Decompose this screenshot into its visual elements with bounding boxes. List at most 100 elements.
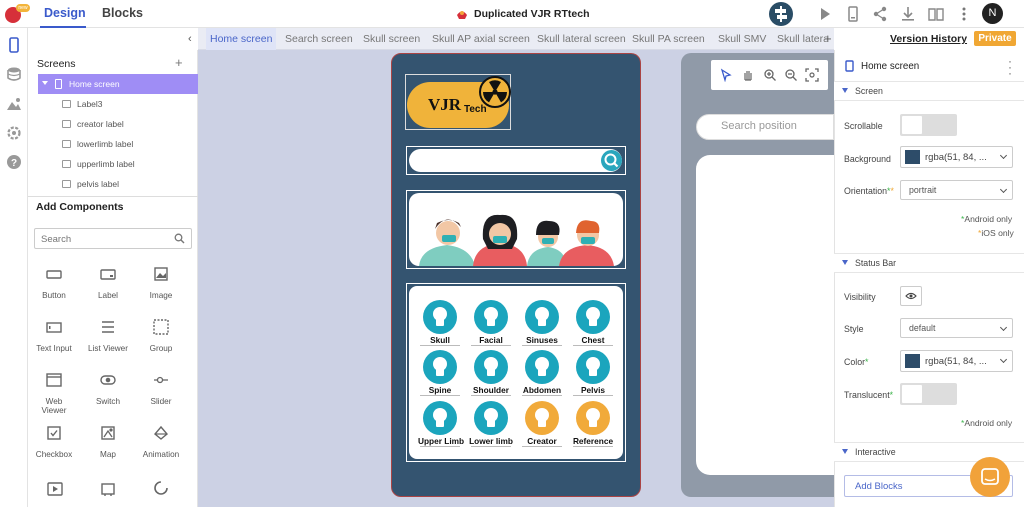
component-more-icon[interactable]: · · ·	[1008, 55, 1012, 79]
user-avatar[interactable]: N	[982, 3, 1003, 24]
media-icon[interactable]	[6, 96, 22, 112]
screen-tab-skull-latera[interactable]: Skull latera	[773, 28, 827, 50]
category-underline	[420, 395, 460, 396]
tree-item-lowerlimb-label[interactable]: lowerlimb label	[28, 134, 198, 154]
privacy-badge[interactable]: Private	[974, 31, 1016, 46]
camera-icon[interactable]	[100, 481, 116, 497]
category-pelvis[interactable]: Pelvis	[571, 350, 613, 398]
play-icon[interactable]	[816, 5, 834, 23]
share-icon[interactable]	[871, 5, 889, 23]
tab-design[interactable]: Design	[44, 6, 86, 20]
category-reference-icon	[576, 401, 610, 435]
pointer-icon[interactable]	[719, 68, 733, 82]
app-logo[interactable]: new	[5, 4, 30, 24]
settings-icon[interactable]	[6, 125, 22, 141]
component-label[interactable]: Label	[81, 266, 135, 316]
component-switch[interactable]: Switch	[81, 372, 135, 422]
screen-tab-skull[interactable]: Skull screen	[359, 28, 424, 50]
fit-screen-icon[interactable]	[805, 68, 819, 82]
help-icon[interactable]: ?	[6, 154, 22, 170]
category-reference[interactable]: Reference	[571, 401, 613, 449]
tree-item-pelvis-label[interactable]: pelvis label	[28, 174, 198, 194]
orientation-select[interactable]: portrait	[900, 180, 1013, 200]
database-icon[interactable]	[6, 66, 22, 82]
screen-tab-skull-lateral[interactable]: Skull lateral screen	[533, 28, 630, 50]
category-chest-icon	[576, 300, 610, 334]
component-button[interactable]: Button	[27, 266, 81, 316]
screen-tab-skull-smv[interactable]: Skull SMV	[714, 28, 770, 50]
tab-blocks[interactable]: Blocks	[102, 6, 143, 20]
hero-illustration[interactable]	[409, 193, 623, 266]
category-sinuses[interactable]: Sinuses	[520, 300, 562, 348]
section-screen[interactable]: Screen	[834, 81, 1024, 101]
component-search-input[interactable]	[41, 234, 161, 245]
category-underline	[471, 395, 511, 396]
add-components-title: Add Components	[36, 201, 124, 213]
category-facial[interactable]: Facial	[469, 300, 511, 348]
download-icon[interactable]	[899, 5, 917, 23]
search-position-placeholder: Search position	[721, 120, 797, 132]
chat-icon	[981, 468, 999, 485]
screen-tab-home[interactable]: Home screen	[206, 28, 277, 50]
tab-scroll-left-icon[interactable]: ‹	[188, 33, 192, 45]
screen-tab-search[interactable]: Search screen	[281, 28, 357, 50]
add-screen-tab-icon[interactable]: +	[824, 31, 832, 46]
visibility-toggle[interactable]	[900, 286, 922, 306]
device-preview-icon[interactable]	[844, 5, 862, 23]
section-status-bar[interactable]: Status Bar	[834, 253, 1024, 273]
scrollable-toggle[interactable]	[900, 114, 957, 136]
screen-tab-skull-pa[interactable]: Skull PA screen	[628, 28, 709, 50]
tree-item-home-screen[interactable]: Home screen	[38, 74, 198, 94]
category-underline	[420, 446, 460, 447]
home-search-button[interactable]	[601, 150, 622, 171]
category-shoulder[interactable]: Shoulder	[469, 350, 511, 398]
screens-icon[interactable]	[6, 37, 22, 53]
category-label: Pelvis	[581, 385, 605, 395]
zoom-in-icon[interactable]	[763, 68, 777, 82]
component-animation[interactable]: Animation	[134, 425, 188, 475]
component-list-viewer[interactable]: List Viewer	[81, 319, 135, 369]
background-color-picker[interactable]: rgba(51, 84, ...	[900, 146, 1013, 168]
category-skull[interactable]: Skull	[418, 300, 460, 348]
book-icon[interactable]	[927, 5, 945, 23]
component-group[interactable]: Group	[134, 319, 188, 369]
style-select[interactable]: default	[900, 318, 1013, 338]
component-text-input[interactable]: Text Input	[27, 319, 81, 369]
category-lower-limb-icon	[474, 401, 508, 435]
video-icon[interactable]	[47, 481, 63, 497]
more-icon[interactable]	[955, 5, 973, 23]
hand-icon[interactable]	[741, 68, 755, 82]
category-lower-limb[interactable]: Lower limb	[469, 401, 513, 449]
add-screen-icon[interactable]: +	[175, 55, 183, 70]
category-chest[interactable]: Chest	[571, 300, 613, 348]
status-bar-color-picker[interactable]: rgba(51, 84, ...	[900, 350, 1013, 372]
brand-main-text: VJR	[428, 95, 462, 114]
component-image[interactable]: Image	[134, 266, 188, 316]
tree-item-upperlimb-label[interactable]: upperlimb label	[28, 154, 198, 174]
translucent-toggle[interactable]	[900, 383, 957, 405]
zoom-out-icon[interactable]	[784, 68, 798, 82]
home-search-input[interactable]	[409, 149, 622, 172]
loading-icon[interactable]	[153, 480, 169, 496]
style-label: Style	[844, 324, 864, 334]
tree-item-creator-label[interactable]: creator label	[28, 114, 198, 134]
category-label: Spine	[428, 385, 452, 395]
component-search[interactable]	[34, 228, 192, 249]
list-icon	[102, 321, 114, 333]
component-slider[interactable]: Slider	[134, 372, 188, 422]
screen-tab-skull-ap-axial[interactable]: Skull AP axial screen	[428, 28, 534, 50]
category-spine[interactable]: Spine	[418, 350, 460, 398]
android-only-note: *Android only	[961, 418, 1013, 428]
component-map[interactable]: Map	[81, 425, 135, 475]
tree-item-label3[interactable]: Label3	[28, 94, 198, 114]
live-preview-button[interactable]	[769, 2, 793, 26]
support-chat-button[interactable]	[970, 457, 1010, 497]
category-creator[interactable]: Creator	[520, 401, 562, 449]
screen-tree: Home screen Label3 creator label lowerli…	[28, 74, 198, 195]
component-checkbox[interactable]: Checkbox	[27, 425, 81, 475]
component-web-viewer[interactable]: Web Viewer	[27, 372, 81, 422]
category-abdomen[interactable]: Abdomen	[520, 350, 562, 398]
category-upper-limb[interactable]: Upper Limb	[418, 401, 464, 449]
project-title[interactable]: Duplicated VJR RTtech	[474, 8, 590, 20]
version-history-link[interactable]: Version History	[890, 33, 967, 45]
